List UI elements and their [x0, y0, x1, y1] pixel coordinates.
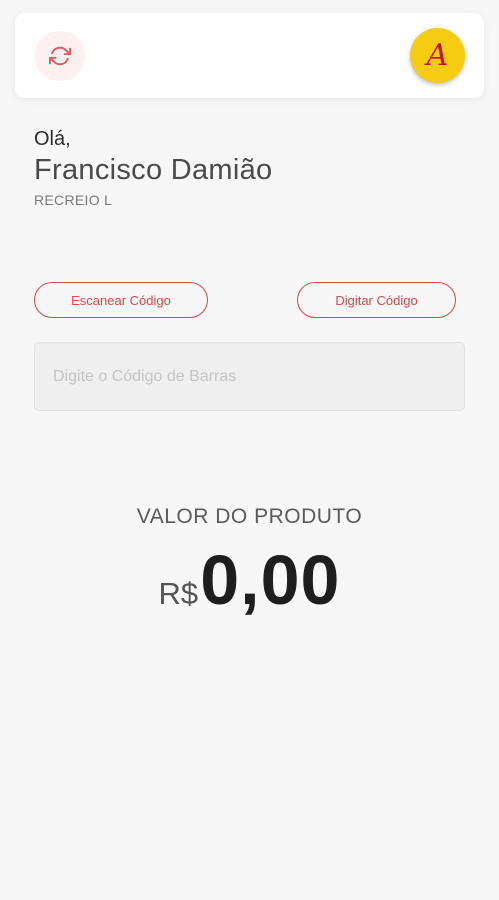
- price-label: VALOR DO PRODUTO: [136, 505, 363, 528]
- brand-logo: A: [410, 28, 465, 83]
- refresh-icon: [49, 46, 71, 66]
- refresh-button[interactable]: [35, 31, 85, 81]
- price-display: R$ 0,00: [0, 540, 499, 620]
- currency-symbol: R$: [158, 576, 199, 611]
- store-name: RECREIO L: [34, 192, 113, 208]
- user-name: Francisco Damião: [34, 154, 273, 186]
- scan-code-button[interactable]: Escanear Código: [34, 282, 208, 318]
- price-amount: 0,00: [200, 541, 341, 619]
- greeting-text: Olá,: [34, 128, 71, 150]
- logo-letter: A: [426, 37, 449, 73]
- barcode-input[interactable]: [34, 342, 465, 411]
- top-bar: A: [15, 13, 484, 98]
- type-code-button[interactable]: Digitar Código: [297, 282, 456, 318]
